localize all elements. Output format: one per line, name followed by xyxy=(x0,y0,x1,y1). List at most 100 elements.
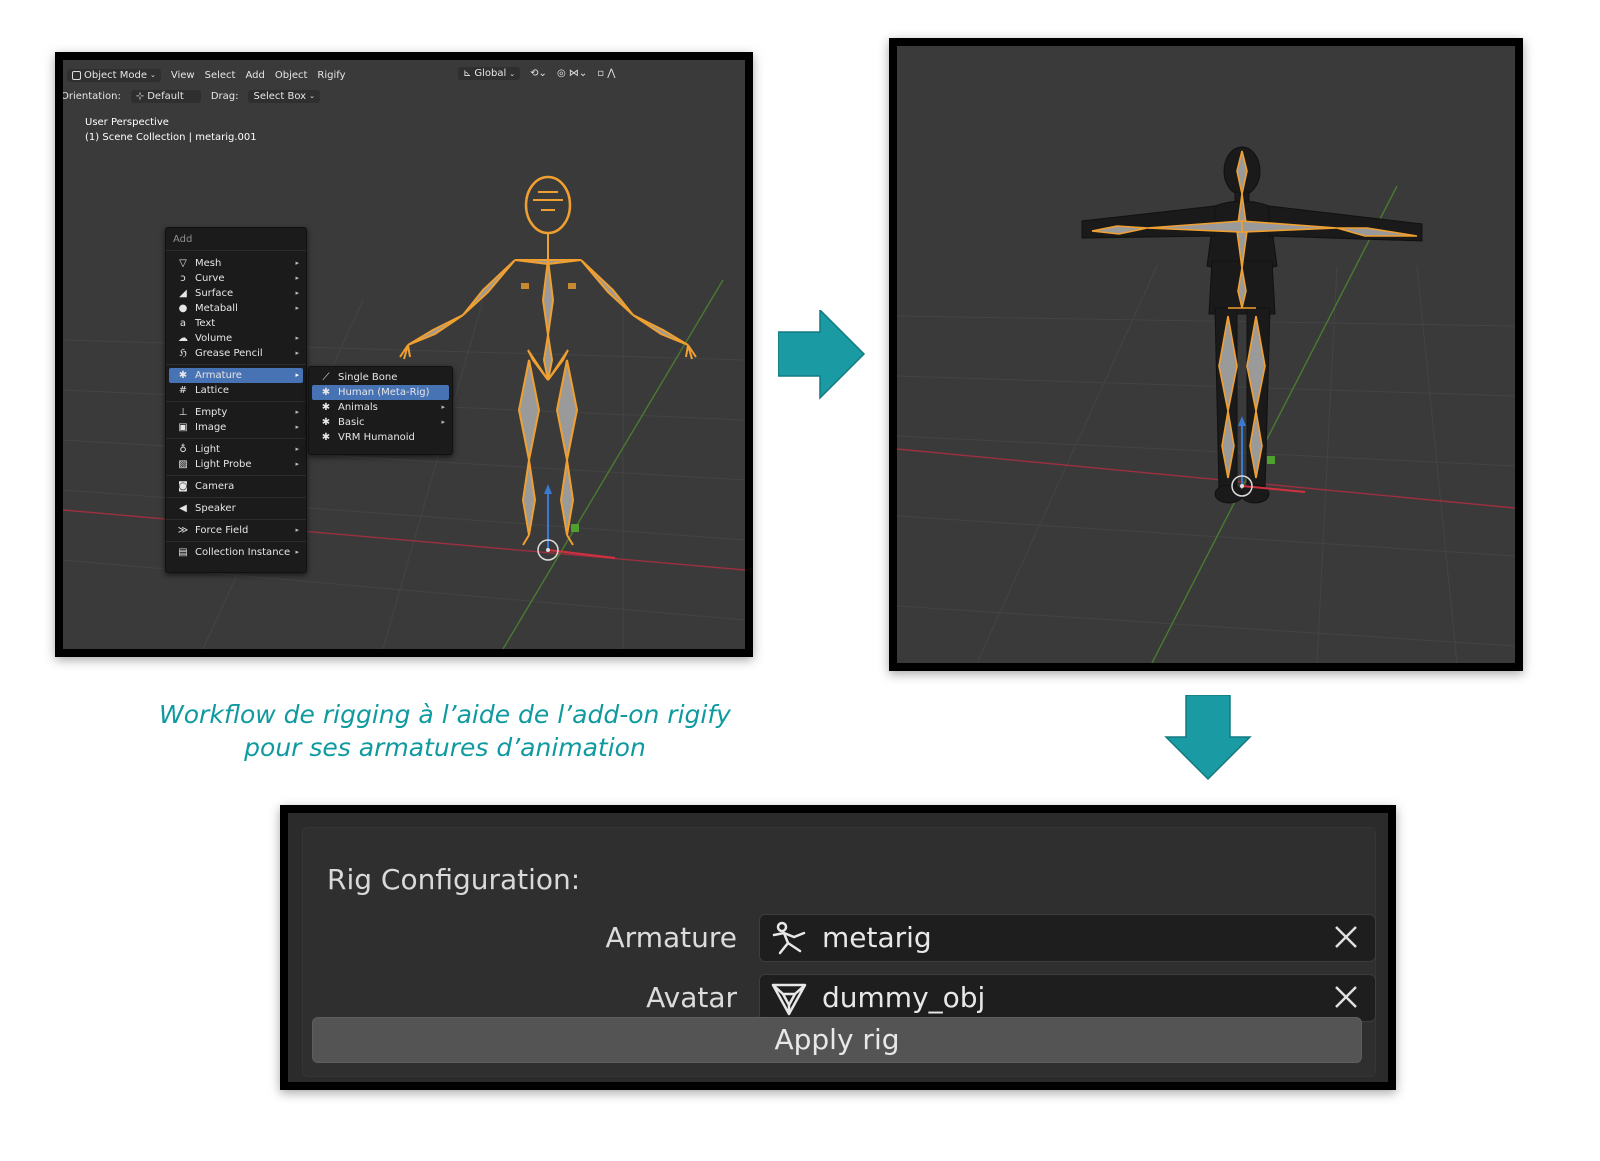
add-menu: Add ▽ Mesh ▸ ↄ Curve ▸ ◢ Surface ▸ ● Metaball ▸ … xyxy=(165,227,307,573)
armature-field[interactable]: metarig xyxy=(759,914,1376,962)
menu-item-label: Volume xyxy=(195,333,233,344)
mesh-icon: ▽ xyxy=(179,258,187,269)
menu-item-image[interactable]: ▣ Image ▸ xyxy=(169,420,303,435)
avatar-value: dummy_obj xyxy=(822,981,986,1014)
menu-item-empty[interactable]: ⊥ Empty ▸ xyxy=(169,405,303,420)
menu-item-label: Metaball xyxy=(195,303,238,314)
metaball-icon: ● xyxy=(178,303,188,314)
viewport-3d-right[interactable] xyxy=(897,46,1515,663)
menu-item-armature[interactable]: ✱ Armature ▸ xyxy=(169,368,303,383)
arrow-right-icon xyxy=(778,310,866,400)
surface-icon: ◢ xyxy=(179,288,187,299)
object-mode-dropdown[interactable]: Object Mode ⌄ xyxy=(67,68,161,82)
viewport-info: User Perspective (1) Scene Collection | … xyxy=(85,115,257,145)
pivot-icon[interactable]: ⟲⌄ xyxy=(530,68,547,79)
menu-object[interactable]: Object xyxy=(275,70,308,81)
armature-value: metarig xyxy=(822,921,932,954)
transform-orientation-value: Global xyxy=(474,68,507,79)
menu-item-camera[interactable]: ◙ Camera xyxy=(169,479,303,494)
menu-item-curve[interactable]: ↄ Curve ▸ xyxy=(169,271,303,286)
menu-item-light-probe[interactable]: ▨ Light Probe ▸ xyxy=(169,457,303,472)
submenu-item-human-meta-rig[interactable]: ✱ Human (Meta-Rig) xyxy=(312,385,449,400)
orientation-label: Orientation: xyxy=(63,90,121,102)
menu-item-label: Speaker xyxy=(195,503,236,514)
menu-item-force-field[interactable]: ≫ Force Field ▸ xyxy=(169,523,303,538)
submenu-item-label: Single Bone xyxy=(338,372,398,383)
blender-header: Object Mode ⌄ View Select Add Object Rigi… xyxy=(63,60,745,104)
submenu-item-vrm-humanoid[interactable]: ✱ VRM Humanoid xyxy=(312,430,449,445)
menu-item-grease-pencil[interactable]: ℌ Grease Pencil ▸ xyxy=(169,346,303,361)
bone-icon: ⟋ xyxy=(322,372,330,383)
clear-armature-icon[interactable] xyxy=(1331,922,1361,959)
apply-rig-button[interactable]: Apply rig xyxy=(312,1017,1362,1063)
submenu-item-label: Human (Meta-Rig) xyxy=(338,387,430,398)
menu-item-label: Armature xyxy=(195,370,242,381)
menu-item-label: Light xyxy=(195,444,220,455)
rig-config-title: Rig Configuration: xyxy=(327,863,581,896)
drag-dropdown[interactable]: Select Box ⌄ xyxy=(248,89,320,103)
menu-select[interactable]: Select xyxy=(205,70,236,81)
menu-item-mesh[interactable]: ▽ Mesh ▸ xyxy=(169,256,303,271)
perspective-label: User Perspective xyxy=(85,117,169,128)
menu-item-lattice[interactable]: # Lattice xyxy=(169,383,303,398)
rig-configuration-panel: Rig Configuration: Armature metarig Avat… xyxy=(280,805,1396,1090)
object-mode-icon xyxy=(72,70,81,80)
text-icon: a xyxy=(179,318,187,329)
menu-item-text[interactable]: a Text xyxy=(169,316,303,331)
snap-icon[interactable]: ◎ ⋈⌄ xyxy=(557,68,587,79)
menu-rigify[interactable]: Rigify xyxy=(317,70,345,81)
light-icon: ♁ xyxy=(179,444,187,455)
submenu-item-label: Basic xyxy=(338,417,365,428)
menu-add[interactable]: Add xyxy=(245,70,264,81)
proportional-edit-icon[interactable]: ▫ ⋀ xyxy=(597,68,615,79)
empty-icon: ⊥ xyxy=(178,407,188,418)
armature-icon xyxy=(770,921,808,962)
rigged-avatar-panel xyxy=(889,38,1523,671)
object-mode-label: Object Mode xyxy=(84,69,147,81)
transform-orientation-icon: ⊾ xyxy=(463,68,472,79)
submenu-item-basic[interactable]: ✱ Basic ▸ xyxy=(312,415,449,430)
drag-value: Select Box xyxy=(253,90,307,102)
menu-item-label: Text xyxy=(195,318,216,329)
orientation-value: Default xyxy=(147,90,184,102)
menu-item-label: Curve xyxy=(195,273,225,284)
viewport-grid-right xyxy=(897,146,1515,663)
armature-icon: ✱ xyxy=(321,432,331,443)
menu-item-surface[interactable]: ◢ Surface ▸ xyxy=(169,286,303,301)
drag-label: Drag: xyxy=(210,90,239,102)
menu-item-light[interactable]: ♁ Light ▸ xyxy=(169,442,303,457)
avatar-field[interactable]: dummy_obj xyxy=(759,974,1376,1022)
collection-label: (1) Scene Collection | metarig.001 xyxy=(85,132,257,143)
menu-item-label: Camera xyxy=(195,481,235,492)
workflow-caption: Workflow de rigging à l’aide de l’add-on… xyxy=(150,698,740,764)
submenu-item-label: VRM Humanoid xyxy=(338,432,415,443)
menu-view[interactable]: View xyxy=(171,70,195,81)
x-axis-line xyxy=(897,448,1515,509)
volume-icon: ☁ xyxy=(178,333,188,344)
lattice-icon: # xyxy=(178,385,188,396)
clear-avatar-icon[interactable] xyxy=(1331,982,1361,1019)
submenu-item-single-bone[interactable]: ⟋ Single Bone xyxy=(312,370,449,385)
collection-instance-icon: ▤ xyxy=(178,547,188,558)
caption-line-2: pour ses armatures d’animation xyxy=(244,733,646,762)
armature-submenu: ⟋ Single Bone ✱ Human (Meta-Rig) ✱ Animals ▸… xyxy=(308,366,453,455)
caption-line-1: Workflow de rigging à l’aide de l’add-on… xyxy=(159,700,731,729)
image-icon: ▣ xyxy=(178,422,188,433)
blender-add-menu-panel: Object Mode ⌄ View Select Add Object Rigi… xyxy=(55,52,753,657)
menu-item-volume[interactable]: ☁ Volume ▸ xyxy=(169,331,303,346)
menu-item-metaball[interactable]: ● Metaball ▸ xyxy=(169,301,303,316)
orientation-icon: ⊹ xyxy=(135,90,145,102)
origin-gizmo-left xyxy=(537,484,616,561)
arrow-down-icon xyxy=(1164,695,1252,781)
light-probe-icon: ▨ xyxy=(178,459,188,470)
viewport-3d-left[interactable]: Object Mode ⌄ View Select Add Object Rigi… xyxy=(63,60,745,649)
menu-item-speaker[interactable]: ◀ Speaker xyxy=(169,501,303,516)
curve-icon: ↄ xyxy=(180,273,186,284)
submenu-item-label: Animals xyxy=(338,402,378,413)
menu-item-label: Light Probe xyxy=(195,459,252,470)
orientation-dropdown[interactable]: ⊹ Default xyxy=(130,89,201,103)
submenu-item-animals[interactable]: ✱ Animals ▸ xyxy=(312,400,449,415)
menu-item-collection-instance[interactable]: ▤ Collection Instance ▸ xyxy=(169,545,303,560)
transform-orientation-dropdown[interactable]: ⊾ Global ⌄ xyxy=(458,67,521,80)
menu-item-label: Collection Instance xyxy=(195,547,291,558)
